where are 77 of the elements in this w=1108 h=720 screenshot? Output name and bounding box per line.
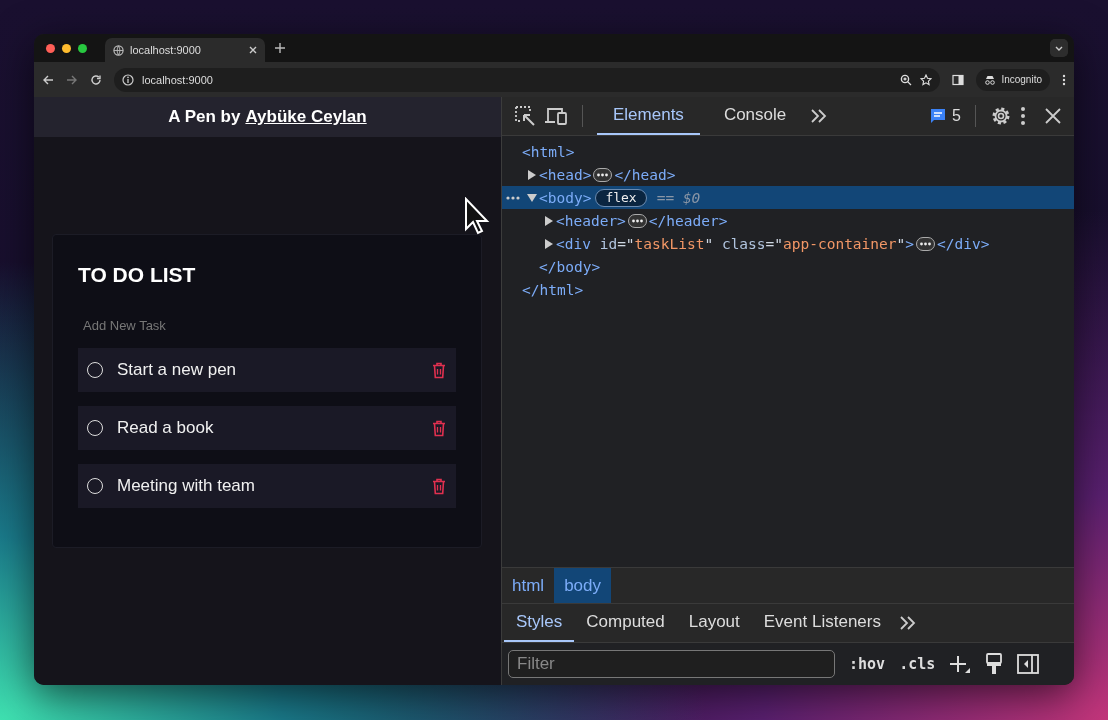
dom-node-row[interactable]: <header> </header> — [502, 209, 1074, 232]
code-text: </div> — [937, 235, 990, 252]
dom-node-row[interactable]: <div id="taskList" class="app-container"> </div> — [502, 232, 1074, 255]
globe-icon — [113, 44, 124, 56]
expanded-triangle-icon[interactable] — [527, 192, 537, 203]
code-text: </html> — [522, 281, 584, 298]
flex-badge[interactable]: flex — [595, 188, 647, 207]
filter-field[interactable]: Filter — [508, 650, 835, 678]
minimize-window-icon[interactable] — [62, 43, 71, 53]
breadcrumb[interactable]: html — [502, 568, 555, 603]
collapsed-triangle-icon[interactable] — [544, 215, 554, 226]
styles-pane-tab[interactable]: Computed — [574, 604, 677, 642]
styles-pane-tab[interactable]: Event Listeners — [751, 604, 893, 642]
breadcrumb[interactable]: body — [554, 568, 611, 603]
inspect-element-icon[interactable] — [514, 105, 536, 127]
maximize-window-icon[interactable] — [78, 43, 87, 53]
trash-icon[interactable] — [432, 477, 446, 495]
collapsed-triangle-icon[interactable] — [544, 238, 554, 249]
star-icon[interactable] — [920, 73, 933, 86]
side-panel-icon[interactable] — [952, 73, 965, 86]
settings-icon[interactable] — [990, 105, 1012, 127]
collapsed-ellipsis-icon[interactable] — [593, 167, 613, 182]
trash-icon[interactable] — [432, 419, 446, 437]
code-text: </body> — [539, 258, 601, 275]
author-link[interactable]: Aybüke Ceylan — [245, 107, 367, 127]
new-tab-icon[interactable] — [273, 41, 287, 55]
reload-icon[interactable] — [90, 73, 102, 86]
dom-node-row[interactable]: <html> — [502, 140, 1074, 163]
card-title: TO DO LIST — [78, 263, 197, 287]
back-arrow-icon[interactable] — [42, 73, 54, 86]
sidebar-toggle-icon[interactable] — [1017, 654, 1040, 674]
code-text: </head> — [614, 166, 676, 183]
paint-brush-icon[interactable] — [985, 653, 1004, 675]
class-toggle-button[interactable]: .cls — [899, 655, 936, 673]
more-dots-icon[interactable] — [506, 194, 520, 201]
code-text: <body> — [539, 189, 592, 206]
dom-node-row[interactable]: <body> flex == $0 — [502, 186, 1074, 209]
styles-pane-tab[interactable]: Layout — [676, 604, 752, 642]
devtools-tab[interactable]: Console — [707, 97, 803, 135]
more-menu-icon[interactable] — [1062, 73, 1066, 86]
code-text: </header> — [648, 212, 728, 229]
styles-pane-tab[interactable]: Styles — [504, 604, 575, 642]
task-text: Read a book — [117, 418, 215, 438]
message-icon[interactable] — [930, 108, 947, 124]
url-text: localhost:9000 — [142, 73, 213, 86]
more-tabs-icon[interactable] — [810, 108, 829, 124]
task-text: Meeting with team — [117, 476, 256, 496]
dom-node-row[interactable]: <head> </head> — [502, 163, 1074, 186]
close-window-icon[interactable] — [46, 43, 55, 53]
hover-state-button[interactable]: :hov — [849, 655, 886, 673]
forward-arrow-icon[interactable] — [66, 73, 78, 86]
code-text: <html> — [522, 143, 575, 160]
incognito-icon — [984, 74, 997, 85]
trash-icon[interactable] — [432, 361, 446, 379]
device-toolbar-icon[interactable] — [544, 106, 568, 126]
code-text: <head> — [539, 166, 592, 183]
devtools-tab[interactable]: Elements — [597, 97, 700, 135]
info-icon[interactable] — [122, 73, 134, 86]
issues-count[interactable]: 5 — [952, 107, 961, 125]
add-rule-icon[interactable] — [949, 654, 972, 674]
incognito-button[interactable]: Incognito — [976, 68, 1050, 91]
more-tabs-icon[interactable] — [898, 615, 917, 631]
code-text: <div id="taskList" class="app-container"> — [556, 235, 914, 252]
zoom-icon[interactable] — [900, 73, 913, 86]
address-bar[interactable]: localhost:9000 — [114, 67, 941, 92]
code-text: <header> — [556, 212, 626, 229]
task-text: Start a new pen — [117, 360, 238, 380]
close-icon[interactable] — [1044, 107, 1062, 125]
node-reference: == $0 — [656, 189, 701, 206]
collapsed-triangle-icon[interactable] — [527, 169, 537, 180]
browser-tab[interactable]: localhost:9000 — [105, 38, 265, 62]
new-task-field[interactable]: Add New Task — [78, 315, 388, 335]
collapsed-ellipsis-icon[interactable] — [916, 236, 935, 251]
collapsed-ellipsis-icon[interactable] — [627, 213, 647, 228]
more-options-icon[interactable] — [1020, 106, 1026, 126]
close-icon[interactable] — [249, 46, 257, 54]
header-text: A Pen by — [168, 107, 241, 127]
